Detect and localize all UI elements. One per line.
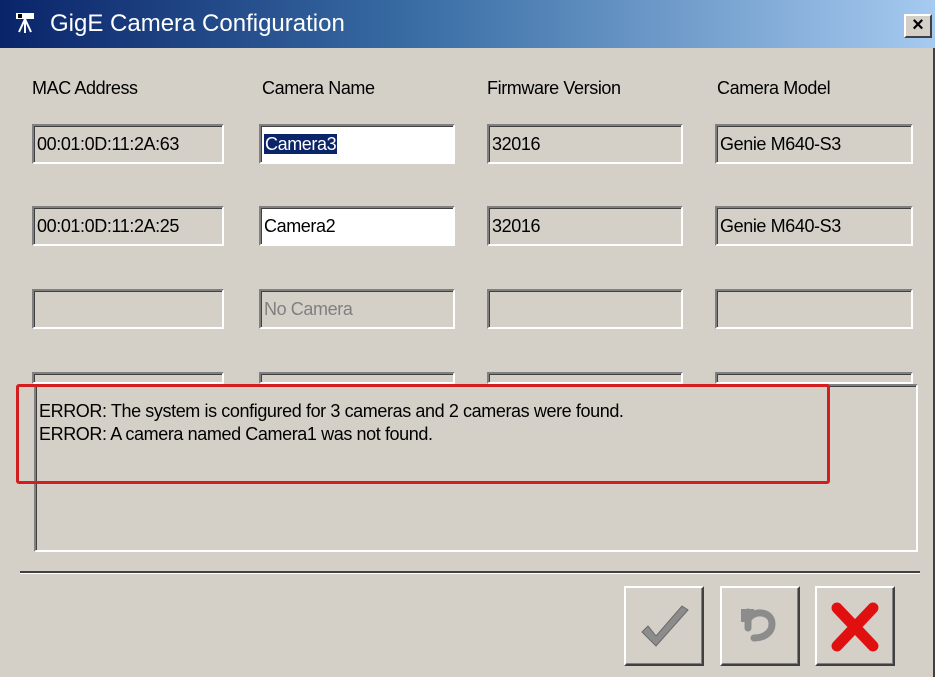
undo-icon bbox=[741, 608, 776, 642]
error-message: ERROR: A camera named Camera1 was not fo… bbox=[39, 424, 433, 444]
firmware-version-field: 32016 bbox=[487, 206, 683, 246]
revert-button[interactable] bbox=[720, 586, 800, 666]
red-x-icon bbox=[831, 602, 879, 652]
header-mac-address: MAC Address bbox=[32, 78, 138, 98]
ok-button[interactable] bbox=[624, 586, 704, 666]
camera-model-field: Genie M640-S3 bbox=[715, 124, 913, 164]
camera-name-input[interactable]: Camera2 bbox=[259, 206, 455, 246]
camera-name-input[interactable] bbox=[259, 372, 455, 384]
camera-tripod-icon bbox=[14, 12, 38, 34]
camera-name-input[interactable]: Camera3 bbox=[259, 124, 455, 164]
mac-address-field: 00:01:0D:11:2A:63 bbox=[32, 124, 224, 164]
divider bbox=[20, 571, 920, 574]
checkmark-icon bbox=[641, 605, 689, 647]
cancel-button[interactable] bbox=[815, 586, 895, 666]
camera-config-dialog: GigE Camera Configuration × MAC Address … bbox=[0, 0, 935, 677]
title-bar[interactable]: GigE Camera Configuration × bbox=[0, 0, 935, 48]
camera-model-field bbox=[715, 372, 913, 384]
message-log[interactable]: ERROR: The system is configured for 3 ca… bbox=[34, 384, 918, 552]
header-camera-name: Camera Name bbox=[262, 78, 375, 98]
firmware-version-field bbox=[487, 289, 683, 329]
header-firmware-version: Firmware Version bbox=[487, 78, 621, 98]
firmware-version-field bbox=[487, 372, 683, 384]
window-title: GigE Camera Configuration bbox=[50, 10, 345, 37]
close-button[interactable]: × bbox=[904, 14, 932, 38]
camera-name-input[interactable]: No Camera bbox=[259, 289, 455, 329]
camera-model-field bbox=[715, 289, 913, 329]
mac-address-field: 00:01:0D:11:2A:25 bbox=[32, 206, 224, 246]
header-camera-model: Camera Model bbox=[717, 78, 831, 98]
mac-address-field bbox=[32, 289, 224, 329]
firmware-version-field: 32016 bbox=[487, 124, 683, 164]
camera-name-text: Camera3 bbox=[264, 134, 338, 154]
camera-model-field: Genie M640-S3 bbox=[715, 206, 913, 246]
error-message: ERROR: The system is configured for 3 ca… bbox=[39, 401, 624, 421]
mac-address-field bbox=[32, 372, 224, 384]
